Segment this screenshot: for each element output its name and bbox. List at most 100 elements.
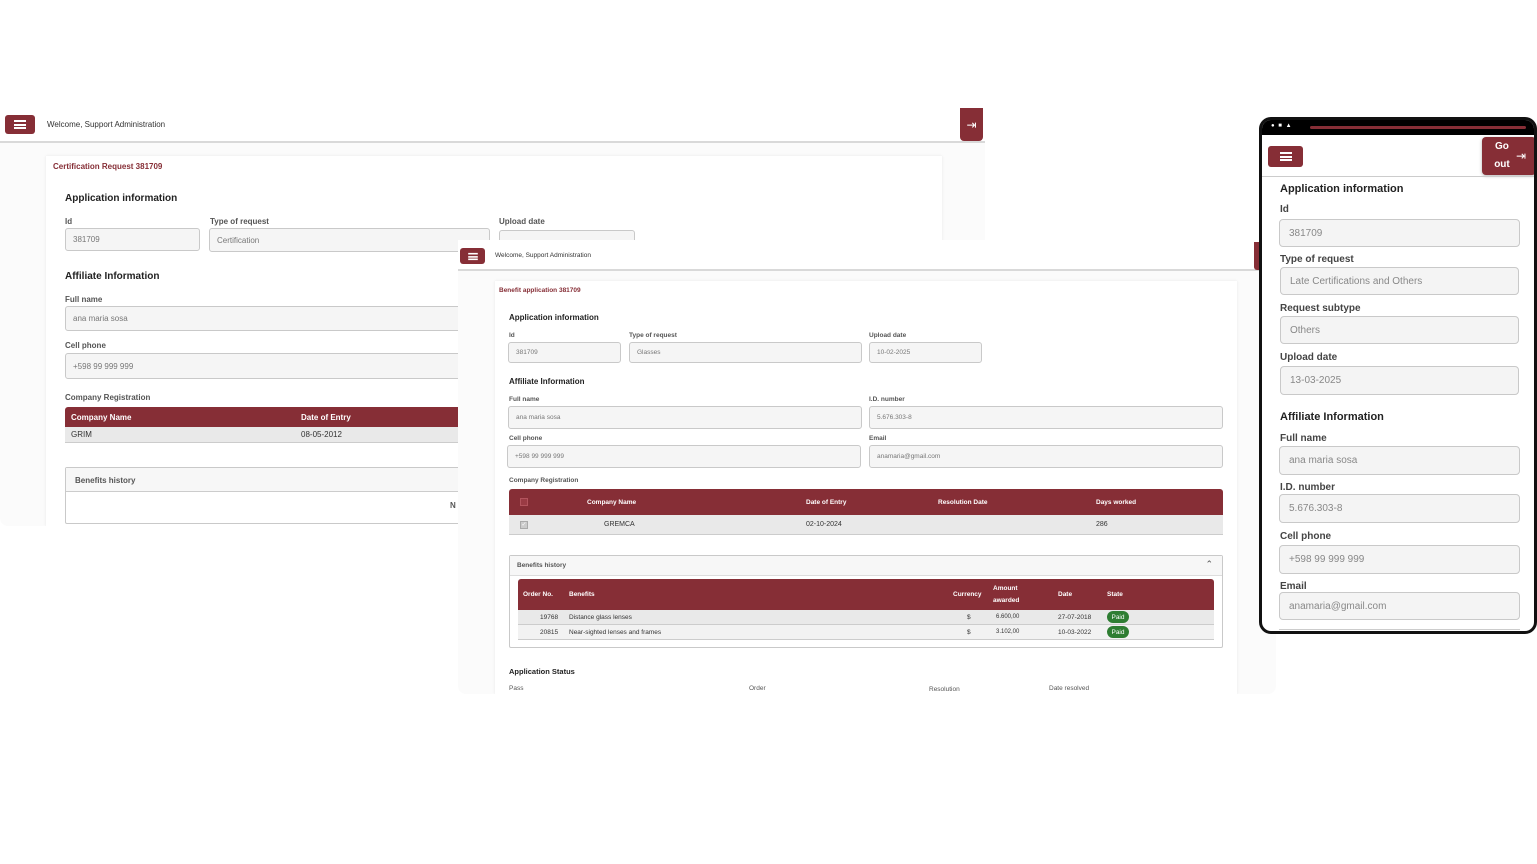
column-order-no: Order No. [523,591,553,598]
id-field[interactable]: 381709 [508,342,621,363]
column-pass: Pass [509,685,524,692]
chevron-up-icon[interactable]: ⌃ [1205,559,1213,570]
menu-button[interactable] [460,248,485,264]
status-dots: ● ■ ▲ [1271,123,1293,129]
fullname-label: Full name [65,295,103,304]
fullname-label: Full name [1280,433,1327,444]
status-bar: ● ■ ▲ [1262,120,1534,135]
request-title: Benefit application 381709 [499,287,581,294]
type-label: Type of request [1280,254,1354,265]
phone-field[interactable]: +598 99 999 999 [65,353,485,379]
order-no-cell: 19768 [540,613,559,621]
benefits-history-title: Benefits history [517,562,567,569]
select-all-checkbox[interactable] [520,498,528,506]
row-checkbox[interactable]: ✓ [520,521,528,529]
table-row: 20815 Near-sighted lenses and frames $ 3… [518,625,1214,640]
email-field[interactable]: anamaria@gmail.com [1279,592,1520,620]
application-info-heading: Application information [65,193,178,204]
id-label: Id [1280,204,1289,215]
phone-label: Cell phone [1280,531,1332,542]
idnum-label: I.D. number [1280,482,1336,493]
status-badge: Paid [1107,626,1129,638]
table-row: GRIM 08-05-2012 [65,427,485,443]
idnum-field[interactable]: 5.676.303-8 [1279,494,1520,523]
request-title: Certification Request 381709 [53,162,163,171]
top-bar: Welcome, Support Administration [458,240,1276,271]
menu-button[interactable] [5,115,35,134]
benefits-history-header[interactable]: Benefits history ⌃ [510,556,1222,576]
table-row: 19768 Distance glass lenses $ 6.600,00 2… [518,610,1214,625]
order-no-cell: 20815 [540,628,559,636]
currency-cell: $ [967,613,971,621]
application-info-heading: Application information [509,313,599,322]
fullname-field[interactable]: ana maria sosa [1279,446,1520,475]
column-date-of-entry: Date of Entry [301,412,351,422]
upload-date-field[interactable]: 10-02-2025 [869,342,982,363]
type-label: Type of request [629,332,677,339]
column-currency: Currency [953,591,982,598]
benefits-history-title: Benefits history [75,476,136,485]
welcome-text: Welcome, Support Administration [495,252,591,259]
id-label: Id [509,332,515,339]
benefits-history-header[interactable]: Benefits history [66,468,484,492]
type-label: Type of request [210,217,269,226]
company-registration-heading: Company Registration [509,477,579,484]
idnum-field[interactable]: 5.676.303-8 [869,406,1223,429]
fullname-label: Full name [509,396,540,403]
affiliate-info-heading: Affiliate Information [1280,411,1384,423]
menu-button[interactable] [1268,146,1303,167]
company-registration-heading: Company Registration [65,393,151,402]
top-bar: Welcome, Support Administration ⇥ [0,108,985,143]
logout-button[interactable]: Go out ⇥ [1482,137,1534,175]
id-field[interactable]: 381709 [65,228,200,251]
hamburger-icon [14,120,26,129]
column-state: State [1107,591,1123,598]
subtype-field[interactable]: Others [1280,316,1519,344]
upload-date-label: Upload date [869,332,907,339]
phone-label: Cell phone [509,435,543,442]
column-days-worked: Days worked [1096,498,1137,506]
date-of-entry-cell: 08-05-2012 [301,430,342,439]
application-status-heading: Application Status [509,667,575,676]
upload-date-label: Upload date [499,217,545,226]
affiliate-info-heading: Affiliate Information [65,271,160,282]
hamburger-icon [467,252,478,260]
company-table-header: Company Name Date of Entry Resolution Da… [509,489,1223,515]
logout-icon: ⇥ [1515,149,1527,163]
id-field[interactable]: 381709 [1279,219,1520,247]
logout-button[interactable]: ⇥ [960,108,983,141]
fullname-field[interactable]: ana maria sosa [65,306,485,331]
type-field[interactable]: Certification [209,228,490,252]
column-resolution-date: Resolution Date [938,498,988,506]
upload-date-field[interactable]: 13-03-2025 [1280,366,1519,395]
email-field[interactable]: anamaria@gmail.com [869,445,1223,468]
column-date: Date [1058,591,1073,598]
application-info-heading: Application information [1280,183,1404,195]
subtype-label: Request subtype [1280,303,1361,314]
email-label: Email [1280,581,1307,592]
window-benefit-application: Welcome, Support Administration Benefit … [458,240,1276,694]
column-company-name: Company Name [71,412,132,422]
header-divider [1262,176,1534,177]
fullname-field[interactable]: ana maria sosa [508,406,862,429]
column-amount-awarded: Amount awarded [993,584,1020,604]
id-label: Id [65,217,73,226]
column-date-of-entry: Date of Entry [806,498,847,506]
phone-field[interactable]: +598 99 999 999 [507,445,861,468]
type-field[interactable]: Late Certifications and Others [1280,267,1519,295]
amount-cell: 3.102,00 [996,629,1020,635]
column-company-name: Company Name [587,498,637,506]
status-badge: Paid [1107,611,1129,623]
column-order: Order [749,685,766,692]
benefit-cell: Distance glass lenses [569,613,632,621]
mobile-device: ● ■ ▲ Go out ⇥ Application information I… [1259,117,1537,634]
phone-field[interactable]: +598 99 999 999 [1279,545,1520,574]
benefits-history-panel: Benefits history N [65,467,485,524]
company-name-cell: GRIM [71,430,92,439]
company-name-cell: GREMCA [604,521,635,528]
table-row: ✓ GREMCA 02-10-2024 286 [509,515,1223,535]
benefits-empty-text: N [450,501,456,510]
benefits-history-panel: Benefits history ⌃ Order No. Benefits Cu… [509,555,1223,648]
next-field-edge [1279,629,1520,631]
type-field[interactable]: Glasses [629,342,862,363]
